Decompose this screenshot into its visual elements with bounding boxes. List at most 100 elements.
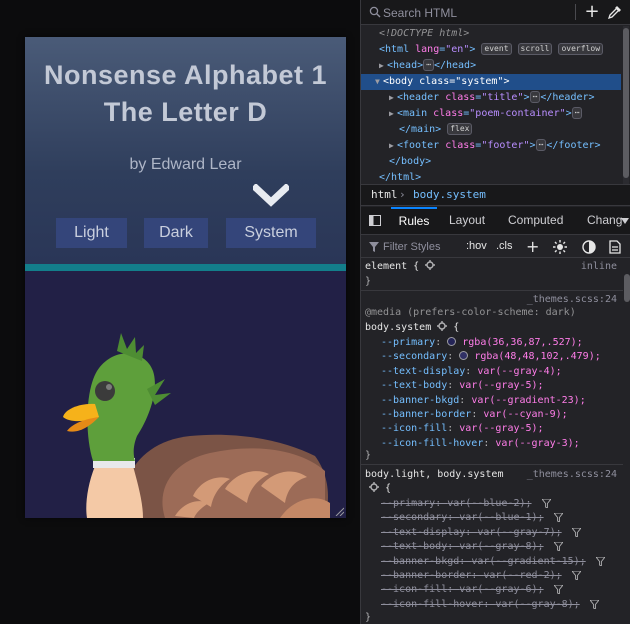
- class-toggle-button[interactable]: .cls: [496, 240, 513, 252]
- css-property-name[interactable]: --banner-bkgd: [381, 556, 459, 567]
- css-property-name[interactable]: --text-display: [381, 527, 465, 538]
- markup-node-footer[interactable]: ▶ <footer class="footer"> ⋯ </footer>: [389, 138, 630, 154]
- markup-node-html[interactable]: <html lang="en"> event scroll overflow: [379, 42, 630, 58]
- toggle-pane-icon[interactable]: [369, 215, 381, 226]
- css-property-value[interactable]: var(--gradient-23);: [471, 395, 585, 406]
- filter-icon[interactable]: [553, 585, 563, 595]
- collapsed-badge[interactable]: ⋯: [535, 139, 547, 151]
- css-declaration[interactable]: --primary: var(--blue-2);: [381, 497, 532, 511]
- theme-system-button[interactable]: System: [226, 218, 316, 248]
- css-declaration[interactable]: --icon-fill: var(--gray-6);: [381, 583, 544, 597]
- css-property-value[interactable]: var(--gray-5);: [459, 380, 543, 391]
- breadcrumb-body[interactable]: body.system: [413, 185, 486, 205]
- css-property-name[interactable]: --text-body: [381, 541, 447, 552]
- color-swatch-icon[interactable]: [447, 337, 457, 346]
- add-rule-icon[interactable]: +: [526, 237, 539, 256]
- css-declaration[interactable]: --banner-border: var(--red-2);: [381, 569, 562, 583]
- rule2-header[interactable]: body.light, body.system: [365, 468, 503, 482]
- markup-node-body-selected[interactable]: ▼ <body class="system">: [361, 74, 621, 90]
- css-property-name[interactable]: --icon-fill: [381, 584, 447, 595]
- document-icon[interactable]: [609, 240, 621, 254]
- css-property-name[interactable]: --secondary: [381, 351, 447, 362]
- css-property-value[interactable]: var(--gray-8);: [495, 599, 579, 610]
- gear-icon[interactable]: [425, 260, 436, 270]
- markup-scrollbar-thumb[interactable]: [623, 28, 629, 178]
- hover-pseudo-button[interactable]: :hov: [466, 240, 487, 252]
- filter-icon[interactable]: [595, 556, 605, 566]
- css-declaration[interactable]: --secondary: rgba(48,48,102,.479);: [381, 350, 601, 364]
- tab-computed[interactable]: Computed: [508, 207, 563, 235]
- markup-view[interactable]: <!DOCTYPE html> <html lang="en"> event s…: [361, 26, 621, 184]
- filter-icon[interactable]: [571, 527, 581, 537]
- search-html-input[interactable]: [383, 5, 563, 20]
- css-property-name[interactable]: --text-display: [381, 366, 465, 377]
- css-property-value[interactable]: var(--gray-7);: [477, 527, 561, 538]
- filter-icon[interactable]: [571, 571, 581, 580]
- filter-icon[interactable]: [553, 542, 563, 552]
- eyedropper-icon[interactable]: [607, 4, 623, 20]
- collapsed-badge[interactable]: ⋯: [529, 91, 541, 103]
- markup-node-head[interactable]: ▶ <head> ⋯ </head>: [379, 58, 630, 74]
- contrast-icon[interactable]: [582, 240, 596, 254]
- css-property-name[interactable]: --banner-bkgd: [381, 395, 459, 406]
- css-property-name[interactable]: --banner-border: [381, 570, 471, 581]
- css-declaration[interactable]: --text-body: var(--gray-8);: [381, 540, 544, 554]
- css-property-value[interactable]: var(--red-2);: [483, 570, 561, 581]
- expand-arrow-icon[interactable]: ▶: [389, 90, 397, 106]
- rules-scrollbar-thumb[interactable]: [624, 274, 630, 302]
- tabs-overflow-icon[interactable]: [621, 218, 629, 224]
- filter-styles-input[interactable]: [383, 239, 463, 255]
- filter-icon[interactable]: [589, 599, 599, 609]
- css-declaration[interactable]: --icon-fill-hover: var(--gray-8);: [381, 598, 580, 612]
- resize-handle-icon[interactable]: [334, 506, 344, 516]
- css-property-value[interactable]: var(--gray-3);: [495, 438, 579, 449]
- tab-rules[interactable]: Rules: [391, 207, 437, 235]
- css-property-name[interactable]: --primary: [381, 337, 435, 348]
- event-badge[interactable]: event: [481, 43, 512, 55]
- flex-badge[interactable]: flex: [447, 123, 473, 135]
- rule1-header[interactable]: body.system {: [365, 321, 459, 335]
- css-property-value[interactable]: var(--gray-8);: [459, 541, 543, 552]
- css-property-value[interactable]: rgba(36,36,87,.527);: [462, 337, 582, 348]
- css-property-value[interactable]: var(--gradient-15);: [471, 556, 585, 567]
- css-declaration[interactable]: --banner-bkgd: var(--gradient-23);: [381, 394, 586, 408]
- gear-icon[interactable]: [437, 321, 448, 331]
- css-property-name[interactable]: --primary: [381, 498, 435, 509]
- chevron-down-icon[interactable]: [253, 184, 289, 208]
- css-declaration[interactable]: --text-display: var(--gray-4);: [381, 365, 562, 379]
- css-declaration[interactable]: --text-body: var(--gray-5);: [381, 379, 544, 393]
- css-declaration[interactable]: --banner-border: var(--cyan-9);: [381, 408, 568, 422]
- rule1-source-link[interactable]: _themes.scss:24: [527, 293, 617, 307]
- tab-changes[interactable]: Chang: [587, 207, 622, 235]
- css-property-value[interactable]: var(--cyan-9);: [483, 409, 567, 420]
- css-declaration[interactable]: --primary: rgba(36,36,87,.527);: [381, 336, 583, 350]
- markup-node-doctype[interactable]: <!DOCTYPE html>: [379, 26, 630, 42]
- collapsed-badge[interactable]: ⋯: [423, 59, 434, 71]
- css-property-value[interactable]: var(--blue-2);: [447, 498, 531, 509]
- filter-icon[interactable]: [541, 499, 551, 508]
- markup-node-main[interactable]: ▶ <main class="poem-container"> ⋯: [389, 106, 630, 122]
- css-property-name[interactable]: --text-body: [381, 380, 447, 391]
- css-property-value[interactable]: var(--gray-5);: [459, 423, 543, 434]
- css-property-value[interactable]: var(--gray-6);: [459, 584, 543, 595]
- rules-scrollbar[interactable]: [623, 262, 630, 624]
- markup-node-main-close[interactable]: </main> flex: [399, 122, 630, 138]
- scroll-badge[interactable]: scroll: [517, 43, 553, 55]
- theme-light-button[interactable]: Light: [56, 218, 127, 248]
- expand-arrow-icon[interactable]: ▶: [389, 106, 397, 122]
- css-declaration[interactable]: --icon-fill: var(--gray-5);: [381, 422, 544, 436]
- element-rule-header[interactable]: element {: [365, 260, 436, 274]
- css-property-value[interactable]: var(--gray-4);: [477, 366, 561, 377]
- css-property-name[interactable]: --icon-fill: [381, 423, 447, 434]
- css-property-value[interactable]: var(--blue-1);: [459, 512, 543, 523]
- collapse-arrow-icon[interactable]: ▼: [375, 74, 383, 90]
- css-property-name[interactable]: --banner-border: [381, 409, 471, 420]
- gear-icon[interactable]: [369, 482, 379, 492]
- expand-arrow-icon[interactable]: ▶: [379, 58, 387, 74]
- css-declaration[interactable]: --secondary: var(--blue-1);: [381, 511, 544, 525]
- overflow-badge[interactable]: overflow: [558, 43, 604, 55]
- css-property-value[interactable]: rgba(48,48,102,.479);: [474, 351, 600, 362]
- markup-node-body-close[interactable]: </body>: [389, 154, 630, 170]
- filter-icon[interactable]: [553, 513, 563, 523]
- add-node-icon[interactable]: +: [583, 2, 601, 22]
